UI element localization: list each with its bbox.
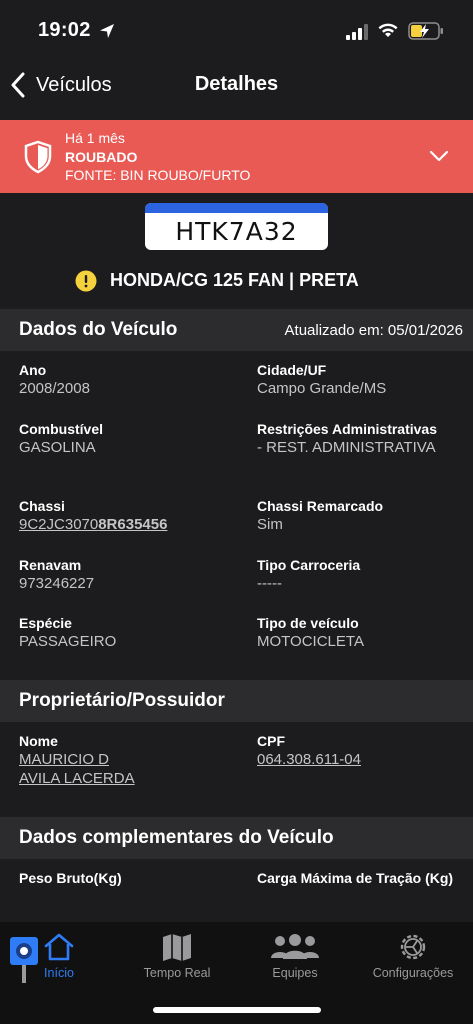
field-tipo-carroceria: Tipo Carroceria ----- xyxy=(257,556,467,593)
warning-icon xyxy=(75,270,97,292)
field-restricoes: Restrições Administrativas - REST. ADMIN… xyxy=(257,420,472,457)
field-value: GASOLINA xyxy=(19,439,96,456)
map-icon xyxy=(163,934,191,961)
chassi-highlight: 8R635456 xyxy=(98,516,168,533)
vehicle-title: HONDA/CG 125 FAN | PRETA xyxy=(110,270,359,290)
field-ano: Ano 2008/2008 xyxy=(19,361,229,398)
field-label: Ano xyxy=(19,362,47,378)
field-cidade: Cidade/UF Campo Grande/MS xyxy=(257,361,467,398)
field-combustivel: Combustível GASOLINA xyxy=(19,420,229,457)
plate-number: HTK7A32 xyxy=(175,217,298,246)
field-chassi-remarcado: Chassi Remarcado Sim xyxy=(257,497,467,534)
section-title: Proprietário/Possuidor xyxy=(19,690,225,711)
cpf-link[interactable]: 064.308.611-04 xyxy=(257,750,467,769)
field-value: PASSAGEIRO xyxy=(19,633,117,650)
gear-icon xyxy=(400,934,426,960)
location-arrow-icon xyxy=(100,24,114,38)
field-label: Carga Máxima de Tração (Kg) xyxy=(257,870,454,886)
tab-configuracoes[interactable]: Configurações xyxy=(354,922,472,992)
camera-widget-icon[interactable] xyxy=(10,935,40,983)
field-label: Chassi xyxy=(19,498,65,514)
field-label: Restrições Administrativas xyxy=(257,421,437,437)
field-peso-bruto: Peso Bruto(Kg) xyxy=(19,869,229,887)
theft-alert-banner[interactable]: Há 1 mês ROUBADO FONTE: BIN ROUBO/FURTO xyxy=(0,120,473,193)
field-value: ----- xyxy=(257,575,282,592)
chevron-down-icon[interactable] xyxy=(428,148,450,164)
tab-label: Configurações xyxy=(372,966,454,980)
tab-label: Tempo Real xyxy=(143,966,211,980)
complementary-section-header: Dados complementares do Veículo xyxy=(0,817,473,859)
page-title: Detalhes xyxy=(194,73,279,95)
tab-tempo-real[interactable]: Tempo Real xyxy=(118,922,236,992)
field-label: Chassi Remarcado xyxy=(257,498,384,514)
chassi-prefix: 9C2JC3070 xyxy=(19,516,99,533)
plate-blue-stripe xyxy=(145,203,328,213)
status-bar: 19:02 xyxy=(0,0,473,58)
field-label: Peso Bruto(Kg) xyxy=(19,870,122,886)
navigation-bar: Veículos Detalhes xyxy=(0,58,473,120)
section-title: Dados complementares do Veículo xyxy=(19,827,334,848)
vehicle-title-row: HONDA/CG 125 FAN | PRETA xyxy=(0,266,473,296)
field-value: 2008/2008 xyxy=(19,380,90,397)
field-label: Espécie xyxy=(19,615,72,631)
field-label: Tipo Carroceria xyxy=(257,557,361,573)
chassi-link[interactable]: 9C2JC30708R635456 xyxy=(19,515,229,534)
battery-charging-icon xyxy=(408,22,443,40)
home-icon xyxy=(44,933,74,961)
tab-equipes[interactable]: Equipes xyxy=(236,922,354,992)
field-nome: Nome MAURICIO D AVILA LACERDA xyxy=(19,732,229,788)
field-especie: Espécie PASSAGEIRO xyxy=(19,614,229,651)
field-renavam: Renavam 973246227 xyxy=(19,556,229,593)
tab-label: Equipes xyxy=(272,966,318,980)
owner-name-line1[interactable]: MAURICIO D xyxy=(19,750,229,769)
field-value: - REST. ADMINISTRATIVA xyxy=(257,439,436,456)
field-value: Sim xyxy=(257,516,283,533)
field-label: Combustível xyxy=(19,421,104,437)
field-label: Cidade/UF xyxy=(257,362,327,378)
people-icon xyxy=(271,934,319,959)
field-chassi: Chassi 9C2JC30708R635456 xyxy=(19,497,229,534)
home-indicator xyxy=(153,1007,321,1013)
owner-section-header: Proprietário/Possuidor xyxy=(0,680,473,722)
field-tipo-veiculo: Tipo de veículo MOTOCICLETA xyxy=(257,614,467,651)
field-label: Tipo de veículo xyxy=(257,615,359,631)
wifi-icon xyxy=(378,23,398,37)
field-value: Campo Grande/MS xyxy=(257,380,387,397)
field-cpf: CPF 064.308.611-04 xyxy=(257,732,467,769)
section-title: Dados do Veículo xyxy=(19,319,178,340)
vehicle-details-screen: 19:02 Veículos Detalhes Há 1 mês ROUBADO… xyxy=(0,0,473,1024)
vehicle-data-section-header: Dados do Veículo Atualizado em: 05/01/20… xyxy=(0,309,473,351)
owner-name-line2[interactable]: AVILA LACERDA xyxy=(19,769,229,788)
license-plate: HTK7A32 xyxy=(145,203,328,250)
field-carga-maxima: Carga Máxima de Tração (Kg) xyxy=(257,869,472,887)
cellular-signal-icon xyxy=(346,24,368,40)
field-value: MOTOCICLETA xyxy=(257,633,364,650)
alert-time: Há 1 mês xyxy=(65,130,125,146)
shield-icon xyxy=(24,140,52,174)
field-label: Nome xyxy=(19,733,58,749)
status-time: 19:02 xyxy=(38,19,91,41)
updated-date: Atualizado em: 05/01/2026 xyxy=(284,322,463,339)
field-label: Renavam xyxy=(19,557,82,573)
alert-status: ROUBADO xyxy=(65,149,138,165)
field-label: CPF xyxy=(257,733,285,749)
field-value: 973246227 xyxy=(19,575,95,592)
alert-source: FONTE: BIN ROUBO/FURTO xyxy=(65,167,251,183)
